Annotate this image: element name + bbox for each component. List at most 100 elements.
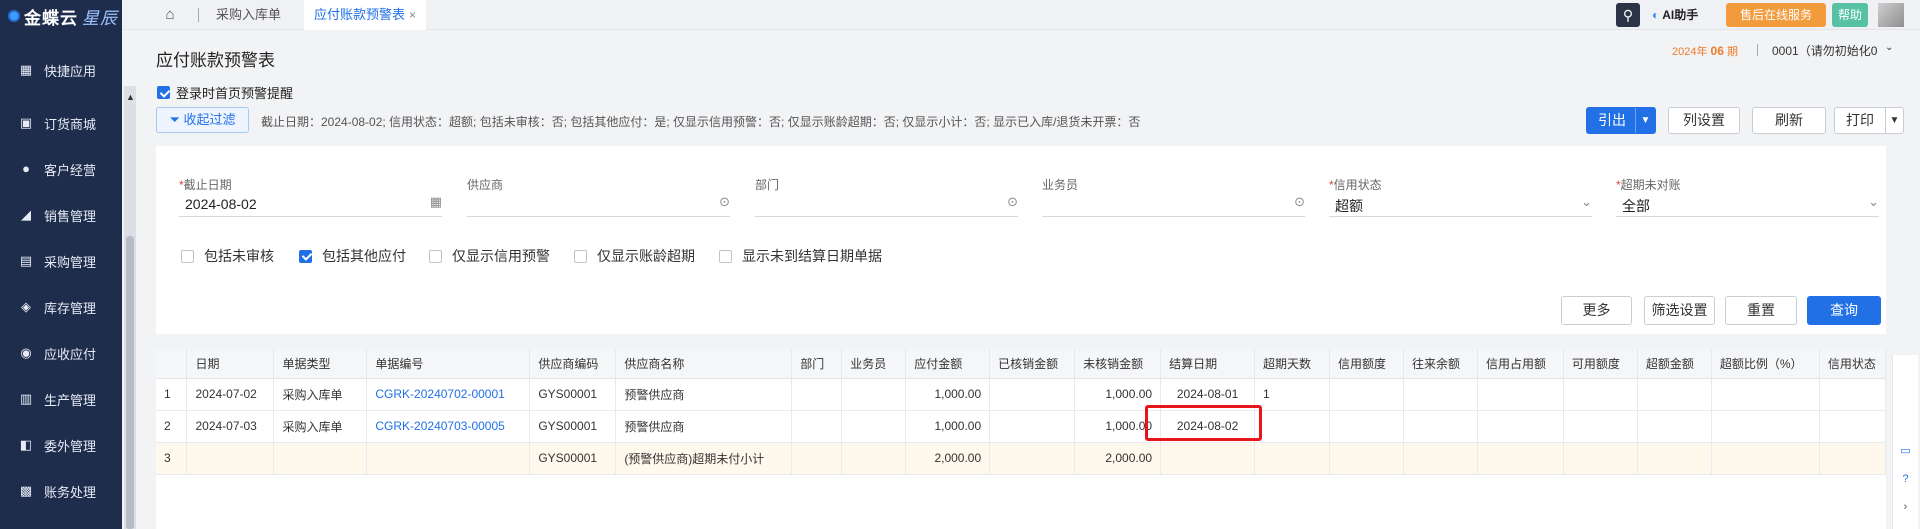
- cell-credit-used: [1477, 378, 1564, 411]
- chevron-right-icon[interactable]: ›: [1893, 493, 1918, 521]
- filter-settings-button[interactable]: 筛选设置: [1644, 296, 1715, 325]
- scroll-up-icon[interactable]: ▲: [126, 92, 135, 102]
- column-header[interactable]: 可用额度: [1563, 349, 1638, 379]
- more-icon[interactable]: ⊙: [719, 194, 730, 210]
- close-icon[interactable]: ×: [409, 8, 416, 22]
- column-header[interactable]: 超额比例（%）: [1711, 349, 1820, 379]
- sidebar-item-production[interactable]: ▥ 生产管理: [0, 379, 122, 419]
- sidebar-item-purchase[interactable]: ▤ 采购管理: [0, 241, 122, 281]
- bill-number-link[interactable]: CGRK-20240702-00001: [366, 378, 531, 411]
- column-header[interactable]: 日期: [186, 349, 275, 379]
- collapse-filter-button[interactable]: ⏷ 收起过滤: [156, 107, 249, 133]
- print-button[interactable]: 打印 ▼: [1834, 107, 1904, 134]
- question-icon[interactable]: ?: [1893, 465, 1918, 493]
- include-unaudited-checkbox[interactable]: 包括未审核: [181, 246, 274, 266]
- sidebar-item-inventory[interactable]: ◈ 库存管理: [0, 287, 122, 327]
- chat-icon[interactable]: ▭: [1893, 437, 1918, 465]
- help-button[interactable]: 帮助: [1832, 3, 1868, 27]
- column-header[interactable]: 结算日期: [1160, 349, 1256, 379]
- column-settings-button[interactable]: 列设置: [1668, 107, 1740, 134]
- avatar[interactable]: [1878, 3, 1904, 27]
- sidebar-item-label: 快捷应用: [44, 63, 97, 79]
- column-header[interactable]: 信用状态: [1819, 349, 1886, 379]
- field-label: 供应商: [467, 178, 504, 192]
- bill-number-link[interactable]: CGRK-20240703-00005: [366, 410, 531, 443]
- sidebar-item-outsourcing[interactable]: ◧ 委外管理: [0, 425, 122, 465]
- query-button[interactable]: 查询: [1807, 296, 1881, 325]
- sidebar-item-order-mall[interactable]: ▣ 订货商城: [0, 103, 122, 143]
- checkbox-icon[interactable]: [574, 249, 587, 263]
- reset-button[interactable]: 重置: [1725, 296, 1797, 325]
- column-header[interactable]: 未核销金额: [1074, 349, 1162, 379]
- sidebar-scrollbar[interactable]: ▲: [124, 86, 136, 529]
- cell-balance: [1403, 442, 1478, 475]
- column-header[interactable]: 超期天数: [1254, 349, 1331, 379]
- credit-warning-only-checkbox[interactable]: 仅显示信用预警: [429, 246, 550, 266]
- table-row[interactable]: 2 2024-07-03 采购入库单 CGRK-20240703-00005 G…: [156, 410, 1886, 443]
- tab-payable-warning[interactable]: 应付账款预警表 ×: [304, 0, 427, 30]
- more-icon[interactable]: ⊙: [1294, 194, 1305, 210]
- sidebar-item-accounting[interactable]: ▩ 账务处理: [0, 471, 122, 511]
- checkbox-icon[interactable]: [157, 86, 170, 99]
- more-button[interactable]: 更多: [1561, 296, 1632, 325]
- more-icon[interactable]: ⊙: [1007, 194, 1018, 210]
- cell-date: [186, 442, 275, 475]
- column-header[interactable]: 已核销金额: [989, 349, 1076, 379]
- cell-credit-status: [1819, 378, 1886, 411]
- checkbox-icon[interactable]: [299, 249, 312, 263]
- search-icon[interactable]: ⚲: [1616, 3, 1640, 27]
- sidebar-item-customer[interactable]: ● 客户经营: [0, 149, 122, 189]
- chevron-down-icon[interactable]: ⌄: [1581, 194, 1592, 210]
- column-header[interactable]: [156, 349, 188, 379]
- column-header[interactable]: 业务员: [841, 349, 907, 379]
- table-row[interactable]: 1 2024-07-02 采购入库单 CGRK-20240702-00001 G…: [156, 378, 1886, 411]
- scrollbar-thumb[interactable]: [126, 236, 134, 529]
- column-header[interactable]: 信用额度: [1329, 349, 1404, 379]
- home-icon[interactable]: ⌂: [160, 5, 180, 25]
- table-header: 日期 单据类型 单据编号 供应商编码 供应商名称 部门 业务员 应付金额 已核销…: [156, 349, 1886, 379]
- tab-purchase-receipt[interactable]: 采购入库单: [216, 0, 281, 30]
- checkbox-icon[interactable]: [181, 249, 194, 263]
- column-header[interactable]: 往来余额: [1403, 349, 1478, 379]
- ai-assistant-button[interactable]: ◐ AI助手: [1652, 3, 1698, 27]
- sidebar-item-receivable-payable[interactable]: ◉ 应收应付: [0, 333, 122, 373]
- cutoff-date-input[interactable]: 2024-08-02: [185, 196, 257, 212]
- column-header[interactable]: 信用占用额: [1477, 349, 1564, 379]
- cell-supplier-name: 预警供应商: [615, 378, 793, 411]
- checkbox-icon[interactable]: [429, 249, 442, 263]
- subtotal-row[interactable]: 3 GYS00001 (预警供应商)超期未付小计 2,000.00 2,000.…: [156, 442, 1886, 475]
- export-dropdown-icon[interactable]: ▼: [1635, 108, 1655, 133]
- cell-credit-status: [1819, 410, 1886, 443]
- factory-icon: ▥: [19, 391, 33, 406]
- column-header[interactable]: 单据类型: [273, 349, 368, 379]
- login-remind-checkbox[interactable]: 登录时首页预警提醒: [157, 83, 293, 102]
- credit-status-select[interactable]: 超额: [1335, 196, 1363, 216]
- overdue-unreconciled-select[interactable]: 全部: [1622, 196, 1650, 216]
- online-service-button[interactable]: 售后在线服务: [1726, 3, 1826, 27]
- column-header[interactable]: 超额金额: [1637, 349, 1712, 379]
- include-other-payables-checkbox[interactable]: 包括其他应付: [299, 246, 406, 266]
- accounting-period[interactable]: 2024年 06 期: [1672, 43, 1738, 59]
- column-header[interactable]: 单据编号: [366, 349, 531, 379]
- checkbox-icon[interactable]: [719, 249, 732, 263]
- print-dropdown-icon[interactable]: ▼: [1885, 108, 1903, 133]
- cell-available: [1563, 378, 1638, 411]
- cell-supplier-name: (预警供应商)超期未付小计: [615, 442, 793, 475]
- refresh-button[interactable]: 刷新: [1752, 107, 1826, 134]
- column-header[interactable]: 供应商编码: [529, 349, 617, 379]
- column-header[interactable]: 供应商名称: [615, 349, 793, 379]
- org-selector[interactable]: 0001（请勿初始化0: [1772, 42, 1877, 59]
- aging-overdue-only-checkbox[interactable]: 仅显示账龄超期: [574, 246, 695, 266]
- sidebar-item-quick-apps[interactable]: ▦ 快捷应用: [0, 50, 122, 90]
- column-header[interactable]: 应付金额: [905, 349, 991, 379]
- calendar-icon[interactable]: ▦: [430, 194, 442, 210]
- row-number: 3: [156, 442, 188, 475]
- sidebar-item-sales[interactable]: ◢ 销售管理: [0, 195, 122, 235]
- show-not-due-checkbox[interactable]: 显示未到结算日期单据: [719, 246, 882, 266]
- chevron-down-icon[interactable]: ⌄: [1885, 42, 1893, 53]
- filter-summary: 截止日期：2024-08-02; 信用状态：超额; 包括未审核：否; 包括其他应…: [261, 115, 1141, 129]
- chevron-down-icon[interactable]: ⌄: [1868, 194, 1879, 210]
- shopping-bag-icon: ▣: [19, 115, 33, 130]
- export-button[interactable]: 引出 ▼: [1586, 107, 1656, 134]
- column-header[interactable]: 部门: [791, 349, 843, 379]
